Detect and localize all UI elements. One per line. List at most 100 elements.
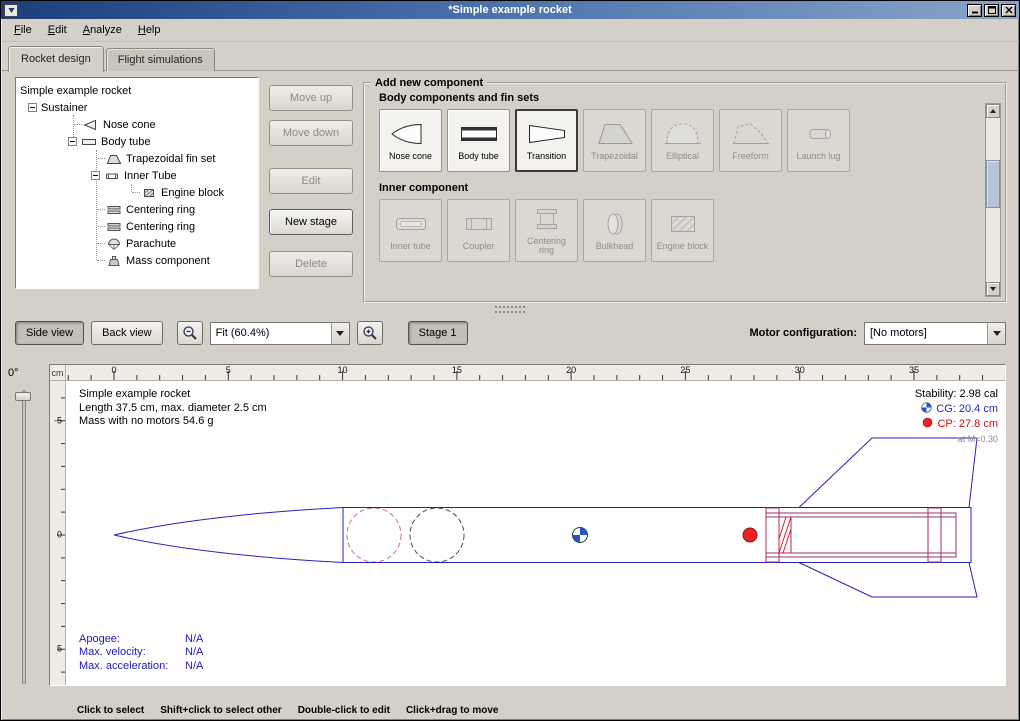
window-menu-icon[interactable] [4,4,18,17]
tree-item-engine-block[interactable]: Engine block [16,184,258,201]
apogee-label: Apogee: [79,633,185,647]
tree-expand-handle-icon[interactable] [28,103,37,112]
mass-component-outline[interactable] [410,508,464,562]
trapezoidal-fin-icon [106,151,122,167]
component-button-transition[interactable]: Transition [515,109,578,172]
side-view-button[interactable]: Side view [15,321,84,345]
inner-component-section-label: Inner component [379,182,1005,194]
max-acceleration-value: N/A [185,660,203,674]
scrollbar-thumb[interactable] [986,160,1000,208]
cg-icon [921,402,932,418]
menu-help[interactable]: Help [130,21,169,39]
nose-cone-outline[interactable] [114,508,343,563]
rocket-info: Simple example rocket Length 37.5 cm, ma… [79,388,267,429]
minimize-button[interactable] [967,4,982,17]
design-view[interactable]: cm 05101520253035 -505 [49,364,1006,686]
rocket-component-tree[interactable]: Simple example rocket Sustainer Nose cone B… [15,77,259,289]
ruler-tick-label: -5 [54,415,62,425]
ruler-tick-label: 0 [111,365,116,375]
tab-rocket-design[interactable]: Rocket design [8,46,104,72]
centering-ring-aft-outline[interactable] [928,508,941,562]
body-component-buttons: Nose coneBody tubeTransition Trapezoidal E… [379,109,1005,172]
component-button-label: Freeform [732,152,769,162]
tree-item-label: Nose cone [103,119,156,131]
move-up-button: Move up [269,85,353,111]
component-button-nose-cone[interactable]: Nose cone [379,109,442,172]
fin-bottom-outline[interactable] [799,563,977,598]
view-toolbar: Side view Back view Fit (60.4%) Stage 1 … [1,316,1019,350]
maximize-button[interactable] [984,4,999,17]
status-hint: Click+drag to move [406,705,499,716]
tree-item-simple-example-rocket[interactable]: Simple example rocket [16,82,258,99]
tree-item-centering-ring[interactable]: Centering ring [16,201,258,218]
titlebar[interactable]: *Simple example rocket [1,1,1019,19]
tree-item-body-tube[interactable]: Body tube [16,133,258,150]
design-top-panel: Simple example rocketSustainerNose coneB… [1,71,1019,303]
body-tube-icon [457,120,501,151]
back-view-button[interactable]: Back view [91,321,163,345]
rotation-slider-handle[interactable] [15,392,31,401]
component-button-body-tube[interactable]: Body tube [447,109,510,172]
fin-top-outline[interactable] [799,438,977,508]
tree-item-centering-ring[interactable]: Centering ring [16,218,258,235]
component-button-label: Engine block [657,242,709,252]
new-stage-button[interactable]: New stage [269,209,353,235]
tree-item-label: Body tube [101,136,151,148]
cp-icon [922,417,933,433]
component-button-label: Trapezoidal [591,152,638,162]
application-window: *Simple example rocket FileEditAnalyzeHe… [0,0,1020,721]
zoom-select-arrow-icon[interactable] [331,323,349,344]
window-controls [967,4,1016,17]
component-button-elliptical: Elliptical [651,109,714,172]
design-canvas[interactable]: Simple example rocket Length 37.5 cm, ma… [66,381,1005,685]
centering-ring-icon [525,205,569,236]
tree-item-label: Simple example rocket [20,85,131,97]
motor-configuration-select[interactable]: [No motors] [864,322,1006,345]
engine-block-outline[interactable] [779,517,791,553]
component-button-inner-tube: Inner tube [379,199,442,262]
zoom-in-button[interactable] [357,321,383,345]
tab-flight-simulations[interactable]: Flight simulations [106,48,215,71]
split-pane-divider[interactable] [1,303,1019,316]
ruler-tick-label: 10 [338,365,348,375]
tree-item-trapezoidal-fin-set[interactable]: Trapezoidal fin set [16,150,258,167]
tree-item-label: Centering ring [126,221,195,233]
centering-ring-fore-outline[interactable] [766,508,779,562]
status-hint: Double-click to edit [298,705,390,716]
tree-item-label: Inner Tube [124,170,177,182]
tab-bar: Rocket design Flight simulations [1,42,1019,71]
body-tube-outline[interactable] [343,508,971,563]
motor-configuration-arrow-icon[interactable] [987,323,1005,344]
zoom-select[interactable]: Fit (60.4%) [210,322,350,345]
inner-tube-icon [389,210,433,241]
tree-item-inner-tube[interactable]: Inner Tube [16,167,258,184]
zoom-out-button[interactable] [177,321,203,345]
tree-item-label: Parachute [126,238,176,250]
elliptical-fin-icon [661,120,705,151]
component-panel-scrollbar[interactable] [985,103,1001,297]
stage-1-toggle[interactable]: Stage 1 [408,321,468,345]
rotation-slider[interactable] [22,390,26,684]
tree-item-mass-component[interactable]: Mass component [16,252,258,269]
tree-item-sustainer[interactable]: Sustainer [16,99,258,116]
menu-edit[interactable]: Edit [40,21,75,39]
edit-button: Edit [269,168,353,194]
tree-item-nose-cone[interactable]: Nose cone [16,116,258,133]
bulkhead-icon [593,210,637,241]
design-canvas-area: 0° cm 05101520253035 -505 [1,350,1019,700]
parachute-outline[interactable] [347,508,401,562]
tree-item-parachute[interactable]: Parachute [16,235,258,252]
scroll-down-arrow-icon[interactable] [986,282,1000,296]
close-button[interactable] [1001,4,1016,17]
transition-icon [525,120,569,151]
ruler-tick-label: 0 [57,530,62,540]
scroll-up-arrow-icon[interactable] [986,104,1000,118]
tree-expand-handle-icon[interactable] [68,137,77,146]
menu-file[interactable]: File [6,21,40,39]
stability-value: Stability: 2.98 cal [915,388,998,402]
component-button-label: Bulkhead [596,242,634,252]
menu-analyze[interactable]: Analyze [75,21,130,39]
trapezoidal-fin-icon [593,120,637,151]
ruler-tick-label: 35 [909,365,919,375]
tree-expand-handle-icon[interactable] [91,171,100,180]
